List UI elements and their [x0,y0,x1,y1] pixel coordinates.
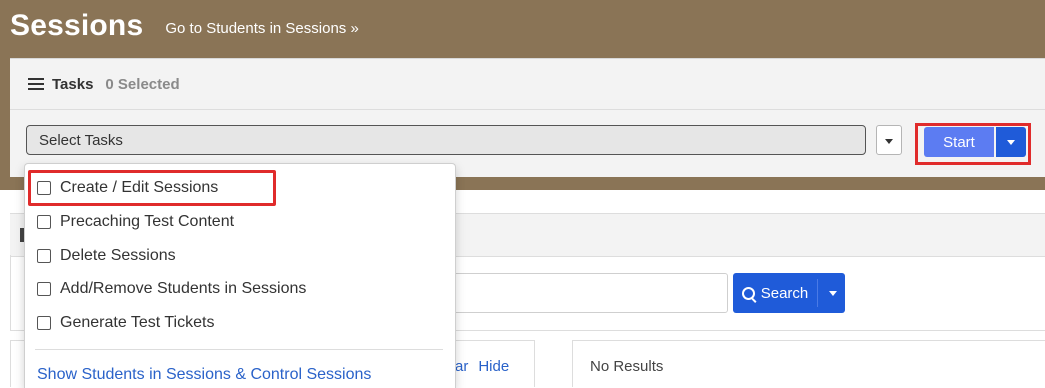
panel-actions: ar Hide [455,358,519,375]
option-label: Precaching Test Content [60,213,235,230]
checkbox[interactable] [37,282,51,296]
checkbox[interactable] [37,215,51,229]
option-label: Generate Test Tickets [60,314,215,331]
go-to-students-in-sessions-link[interactable]: Go to Students in Sessions » [165,20,358,37]
select-tasks-placeholder: Select Tasks [39,131,123,149]
select-tasks-toggle[interactable] [876,125,902,155]
option-add-remove-students[interactable]: Add/Remove Students in Sessions [37,278,306,300]
checkbox[interactable] [37,249,51,263]
page-title: Sessions [10,9,144,42]
chevron-down-icon[interactable] [829,291,837,296]
clear-link[interactable]: ar [455,358,468,375]
option-generate-test-tickets[interactable]: Generate Test Tickets [37,312,214,334]
search-icon [741,286,755,300]
search-button[interactable]: Search [733,273,845,313]
hide-link[interactable]: Hide [478,358,509,375]
tasks-header: Tasks 0 Selected [10,59,1045,110]
chevron-down-icon [885,139,893,144]
search-button-label: Search [760,284,809,302]
dropdown-divider [35,349,443,350]
start-button[interactable]: Start [924,127,994,157]
option-precaching-test-content[interactable]: Precaching Test Content [37,211,234,233]
list-icon [28,78,44,90]
no-results-text: No Results [590,358,664,375]
select-tasks-dropdown[interactable]: Select Tasks [26,125,866,155]
option-label: Delete Sessions [60,247,176,264]
search-button-label-wrap: Search [733,273,817,313]
option-delete-sessions[interactable]: Delete Sessions [37,245,176,267]
title-row: Sessions Go to Students in Sessions » [10,6,359,46]
search-button-divider [817,279,818,307]
tasks-label: Tasks [52,75,94,93]
tasks-panel: Tasks 0 Selected Select Tasks [10,58,1045,177]
option-label: Add/Remove Students in Sessions [60,280,307,297]
option-highlight [28,170,276,206]
show-students-control-sessions-link[interactable]: Show Students in Sessions & Control Sess… [37,366,371,384]
chevron-down-icon [1007,140,1015,145]
start-options-toggle[interactable] [996,127,1026,157]
selected-count: 0 Selected [105,75,180,93]
checkbox[interactable] [37,316,51,330]
